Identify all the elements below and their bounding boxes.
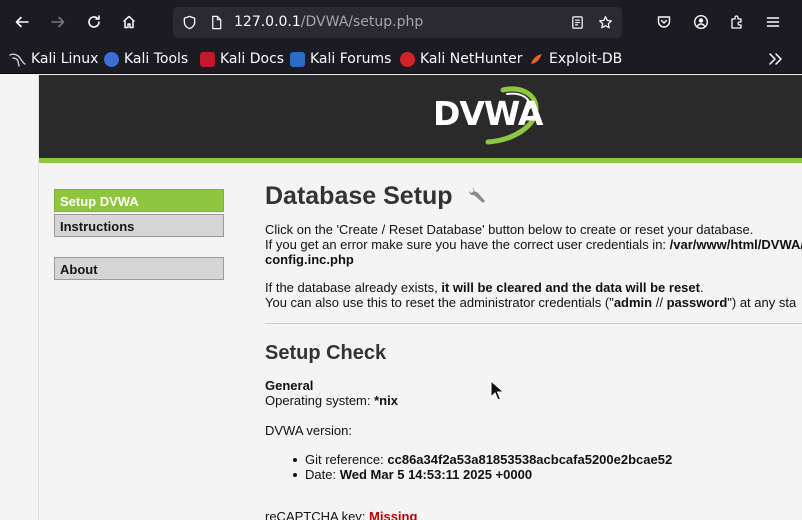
forward-button[interactable]	[45, 9, 71, 35]
admin-reset-note: You can also use this to reset the admin…	[265, 295, 796, 310]
bookmark-kali-docs[interactable]: Kali Docs	[200, 50, 284, 68]
bookmark-kali-linux[interactable]: Kali Linux	[9, 50, 98, 68]
admin-username: admin	[613, 295, 653, 310]
bookmark-kali-nethunter[interactable]: Kali NetHunter	[400, 50, 522, 68]
chevron-double-right-icon	[769, 53, 782, 65]
recaptcha-missing: Missing	[369, 509, 418, 520]
menu-item-about[interactable]: About	[54, 257, 224, 280]
reader-view-icon[interactable]	[569, 14, 585, 30]
intro-text: Click on the 'Create / Reset Database' b…	[265, 222, 754, 237]
credentials-hint: If you get an error make sure you have t…	[265, 237, 802, 252]
operating-system: Operating system: *nix	[265, 393, 398, 408]
os-label: Operating system:	[265, 393, 375, 408]
menu-button[interactable]	[760, 9, 786, 35]
bookmark-label: Exploit-DB	[549, 51, 623, 67]
bullet-icon	[293, 458, 297, 462]
bookmark-kali-tools[interactable]: Kali Tools	[104, 50, 188, 68]
reset-warning: If the database already exists, it will …	[265, 280, 704, 295]
credentials-hint-text: If you get an error make sure you have t…	[265, 237, 670, 252]
back-arrow-icon	[15, 16, 29, 28]
menu-item-setup-dvwa[interactable]: Setup DVWA	[54, 189, 224, 212]
back-button[interactable]	[9, 9, 35, 35]
url-bar[interactable]: 127.0.0.1/DVWA/setup.php	[173, 7, 622, 38]
menu-item-label: Instructions	[60, 219, 135, 234]
account-icon	[693, 14, 709, 30]
dvwa-version-label: DVWA version:	[265, 423, 352, 438]
git-label: Git reference:	[305, 452, 388, 467]
bookmark-label: Kali Docs	[220, 51, 285, 67]
menu-item-label: Setup DVWA	[60, 194, 139, 209]
version-date: Date: Wed Mar 5 14:53:11 2025 +0000	[305, 467, 532, 482]
reload-button[interactable]	[81, 9, 107, 35]
reset-warning-prefix: If the database already exists,	[265, 280, 442, 295]
page-title: Database Setup	[265, 182, 453, 210]
kali-docs-icon	[200, 51, 215, 67]
pocket-button[interactable]	[651, 9, 677, 35]
general-label: General	[265, 378, 314, 393]
home-icon	[122, 15, 136, 29]
puzzle-icon	[731, 15, 742, 29]
date-value: Wed Mar 5 14:53:11 2025 +0000	[339, 467, 533, 482]
url-path: /DVWA/setup.php	[300, 14, 424, 30]
bookmark-exploit-db[interactable]: Exploit-DB	[529, 50, 622, 68]
exploit-db-icon	[531, 53, 542, 64]
account-button[interactable]	[688, 9, 714, 35]
browser-toolbar: 127.0.0.1/DVWA/setup.php	[0, 0, 802, 44]
admin-reset-suffix: ") at any sta	[727, 295, 797, 310]
general-heading: General	[265, 378, 313, 393]
logo-text: DVWA	[433, 94, 543, 133]
date-label: Date:	[305, 467, 340, 482]
admin-reset-prefix: You can also use this to reset the admin…	[265, 295, 614, 310]
git-hash: cc86a34f2a53a81853538acbcafa5200e2bcae52	[387, 452, 673, 467]
dvwa-header	[39, 75, 802, 158]
hamburger-icon	[766, 17, 780, 27]
wrench-icon	[468, 187, 485, 203]
menu-item-label: About	[60, 262, 98, 277]
kali-dragon-icon	[9, 53, 26, 67]
reset-warning-bold: it will be cleared and the data will be …	[441, 280, 700, 295]
reset-warning-suffix: .	[699, 280, 704, 295]
setup-check-title: Setup Check	[265, 342, 387, 364]
more-bookmarks-button[interactable]	[766, 50, 786, 68]
mouse-cursor-icon	[490, 380, 504, 401]
menu-item-instructions[interactable]: Instructions	[54, 214, 224, 237]
page-gutter	[0, 75, 39, 520]
recaptcha-status: reCAPTCHA key: Missing	[265, 509, 417, 520]
kali-tools-icon	[104, 51, 119, 67]
home-button[interactable]	[116, 9, 142, 35]
git-reference: Git reference: cc86a34f2a53a81853538acbc…	[305, 452, 672, 467]
config-file: config.inc.php	[265, 252, 354, 267]
dvwa-logo[interactable]: DVWA	[433, 84, 545, 146]
kali-nethunter-icon	[400, 51, 415, 67]
bookmark-label: Kali Tools	[124, 51, 189, 67]
recaptcha-label: reCAPTCHA key:	[265, 509, 370, 520]
credential-separator: //	[652, 295, 667, 310]
pocket-icon	[657, 16, 671, 28]
admin-password: password	[666, 295, 728, 310]
bookmarks-toolbar: Kali Linux Kali Tools Kali Docs Kali For…	[0, 44, 802, 74]
kali-forums-icon	[290, 51, 305, 67]
bookmark-star-icon[interactable]	[597, 14, 613, 30]
url-host: 127.0.0.1	[234, 14, 301, 30]
bookmark-kali-forums[interactable]: Kali Forums	[290, 50, 391, 68]
bookmark-label: Kali Forums	[310, 51, 392, 67]
url-text[interactable]: 127.0.0.1/DVWA/setup.php	[234, 14, 423, 30]
config-filename: config.inc.php	[265, 252, 354, 267]
extensions-button[interactable]	[724, 9, 750, 35]
bullet-icon	[293, 473, 297, 477]
os-value: *nix	[374, 393, 398, 408]
shield-icon[interactable]	[181, 14, 197, 30]
bookmark-label: Kali Linux	[31, 51, 99, 67]
section-divider	[265, 323, 802, 324]
forward-arrow-icon	[51, 16, 65, 28]
reload-icon	[88, 15, 100, 28]
bookmark-label: Kali NetHunter	[420, 51, 523, 67]
config-path: /var/www/html/DVWA/	[669, 237, 802, 252]
page-icon[interactable]	[208, 14, 224, 30]
